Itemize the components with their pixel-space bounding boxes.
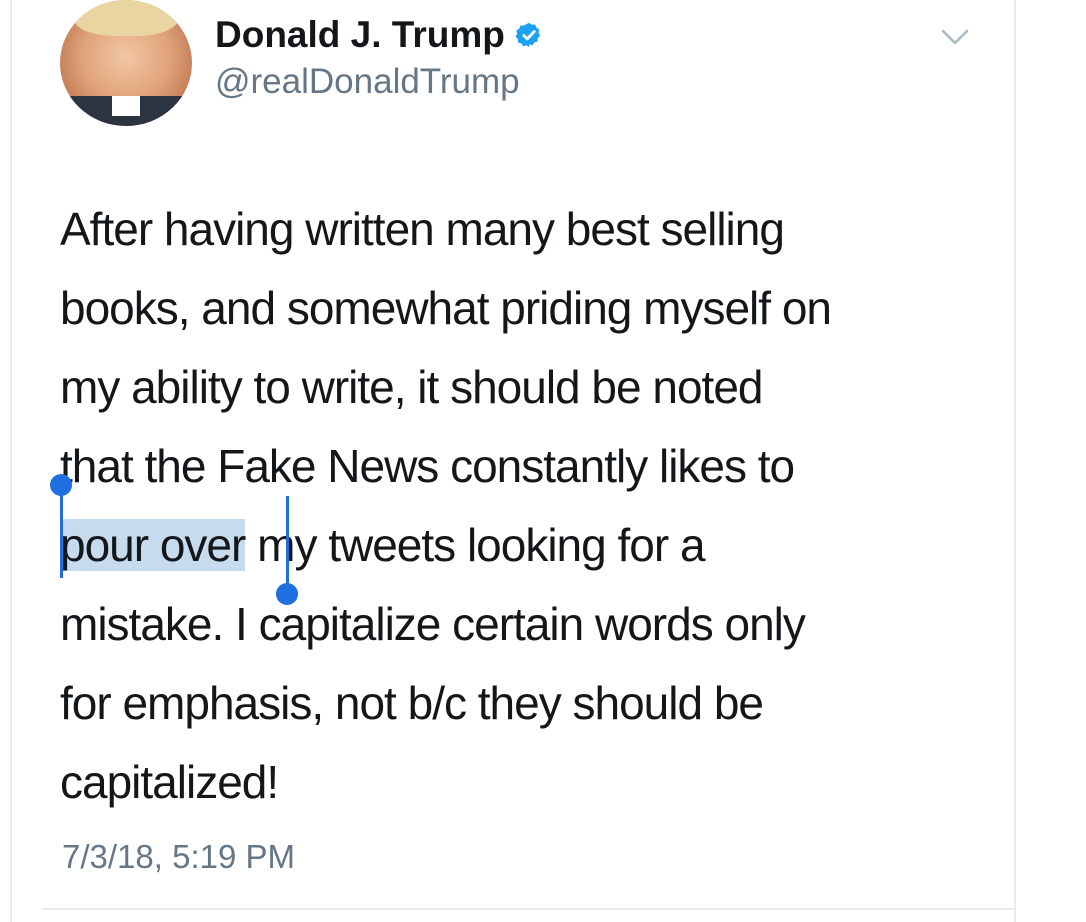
divider (42, 908, 1014, 910)
text-selection[interactable]: pour over (60, 519, 246, 571)
selection-end-handle[interactable] (276, 583, 298, 605)
tweet-text[interactable]: After having written many best selling b… (60, 190, 1000, 822)
avatar-collar (112, 96, 140, 116)
author-handle[interactable]: @realDonaldTrump (215, 62, 520, 102)
selection-start-cursor (60, 486, 63, 578)
tweet-line: for emphasis, not b/c they should be (60, 677, 764, 729)
tweet-line-with-selection: pour over my tweets looking for a (60, 506, 1000, 585)
tweet-line: my ability to write, it should be noted (60, 361, 763, 413)
tweet-line: After having written many best selling (60, 203, 785, 255)
avatar[interactable] (60, 0, 192, 126)
tweet-card: Donald J. Trump @realDonaldTrump After h… (10, 0, 1016, 922)
verified-badge-icon (515, 22, 540, 48)
tweet-line: capitalized! (60, 756, 279, 808)
avatar-hair (74, 0, 178, 36)
tweet-line: books, and somewhat priding myself on (60, 282, 832, 334)
author-name-row[interactable]: Donald J. Trump (215, 14, 543, 56)
tweet-line: mistake. I capitalize certain words only (60, 598, 806, 650)
selection-end-cursor (286, 496, 289, 588)
chevron-down-icon[interactable] (940, 26, 970, 48)
tweet-line: that the Fake News constantly likes to (60, 440, 795, 492)
author-display-name[interactable]: Donald J. Trump (215, 14, 505, 56)
tweet-line-remainder: my tweets looking for a (245, 519, 705, 571)
tweet-timestamp[interactable]: 7/3/18, 5:19 PM (62, 838, 295, 876)
